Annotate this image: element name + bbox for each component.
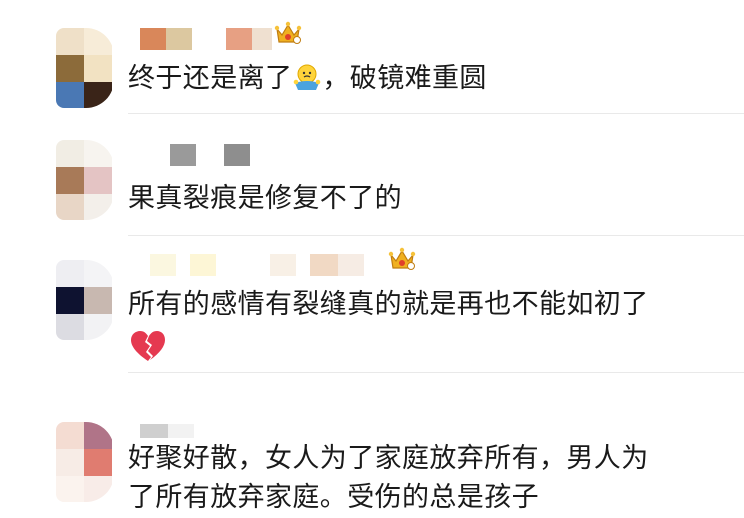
divider	[128, 113, 744, 114]
comment-text: 终于还是离了 ，破镜难重圆	[128, 60, 487, 98]
divider	[128, 235, 744, 236]
comment-text-line: 了所有放弃家庭。受伤的总是孩子	[128, 482, 539, 513]
avatar[interactable]	[56, 140, 114, 220]
crown-icon	[274, 21, 302, 44]
comment-text-line: 好聚好散，女人为了家庭放弃所有，男人为	[128, 443, 649, 474]
comment-text-part: ，破镜难重圆	[322, 63, 487, 94]
username-blurred[interactable]	[140, 420, 220, 442]
divider	[128, 372, 744, 373]
shrug-emoji	[294, 64, 321, 90]
avatar[interactable]	[56, 28, 114, 108]
username-blurred[interactable]	[140, 28, 280, 50]
comment-text-part: 终于还是离了	[128, 63, 293, 94]
comment-text: 所有的感情有裂缝真的就是再也不能如初了	[128, 289, 649, 320]
comment-item: 果真裂痕是修复不了的	[0, 118, 744, 242]
comment-item: 终于还是离了 ，破镜难重圆	[0, 0, 744, 118]
crown-icon	[388, 247, 416, 270]
comment-item: 好聚好散，女人为了家庭放弃所有，男人为 了所有放弃家庭。受伤的总是孩子	[0, 376, 744, 518]
username-blurred[interactable]	[150, 254, 382, 276]
broken-heart-emoji	[131, 331, 165, 361]
comment-item: 所有的感情有裂缝真的就是再也不能如初了	[0, 242, 744, 376]
avatar[interactable]	[56, 260, 114, 340]
avatar[interactable]	[56, 422, 114, 502]
username-blurred[interactable]	[140, 144, 260, 166]
comment-text: 果真裂痕是修复不了的	[128, 183, 402, 214]
